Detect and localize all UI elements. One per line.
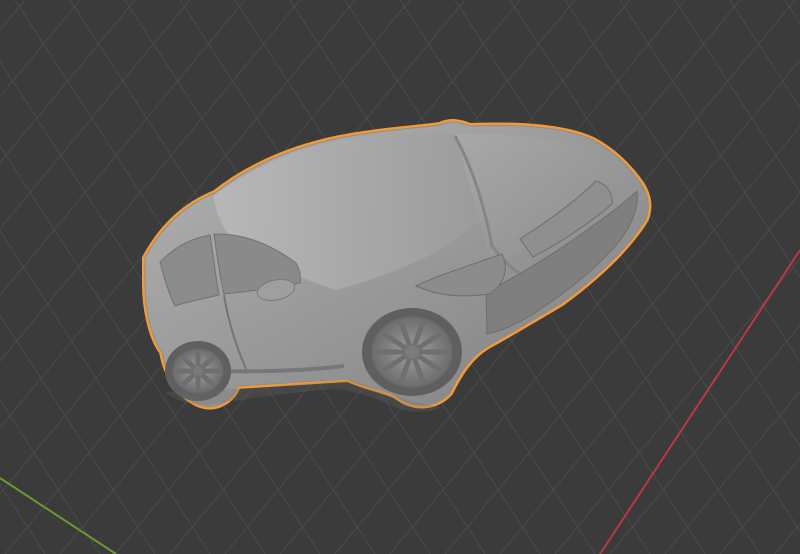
- viewport-canvas[interactable]: [0, 0, 800, 554]
- front-wheel: [362, 308, 462, 396]
- 3d-viewport[interactable]: [0, 0, 800, 554]
